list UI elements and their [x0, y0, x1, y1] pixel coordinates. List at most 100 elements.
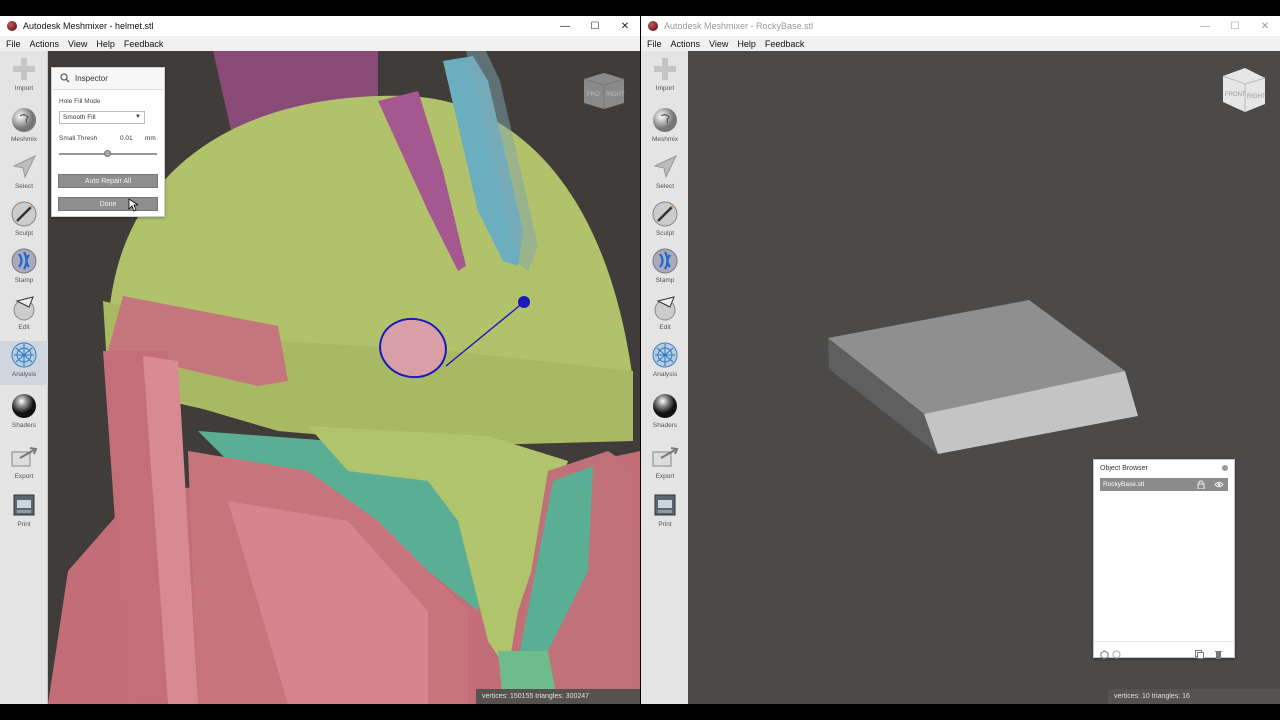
title-bar[interactable]: Autodesk Meshmixer - helmet.stl — ☐ ✕ — [0, 16, 640, 36]
tool-print[interactable]: Print — [641, 491, 689, 535]
tool-label: Edit — [659, 324, 671, 331]
trash-icon[interactable] — [1214, 646, 1223, 659]
export-icon — [10, 443, 38, 471]
meshmixer-app-icon — [7, 21, 17, 31]
tool-label: Print — [658, 521, 672, 528]
shaders-sphere-icon — [10, 392, 38, 420]
tool-stamp[interactable]: Stamp — [641, 247, 689, 291]
small-thresh-value[interactable]: 0.01 — [120, 135, 133, 142]
tool-select[interactable]: Select — [641, 153, 689, 197]
tool-sculpt[interactable]: Sculpt — [641, 200, 689, 244]
menu-feedback[interactable]: Feedback — [765, 39, 805, 49]
print-icon — [651, 491, 679, 519]
tool-import[interactable]: Import — [0, 55, 48, 99]
tool-shaders[interactable]: Shaders — [641, 392, 689, 436]
tool-analysis[interactable]: Analysis — [641, 341, 689, 385]
menu-actions[interactable]: Actions — [671, 39, 701, 49]
inspector-panel: Inspector Hole Fill Mode Smooth Fill ▼ S… — [51, 67, 165, 217]
hole-fill-mode-value: Smooth Fill — [63, 114, 96, 121]
edit-icon — [10, 294, 38, 322]
small-thresh-unit: mm — [145, 135, 156, 142]
menu-file[interactable]: File — [6, 39, 21, 49]
maximize-button[interactable]: ☐ — [580, 16, 610, 36]
meshmix-sphere-icon — [10, 106, 38, 134]
view-cube-front-label: FRO — [587, 92, 600, 98]
dropdown-arrow-icon: ▼ — [135, 114, 141, 120]
tool-analysis[interactable]: Analysis — [0, 341, 48, 385]
minimize-button[interactable]: — — [1190, 16, 1220, 36]
tool-export[interactable]: Export — [0, 443, 48, 487]
window-title: Autodesk Meshmixer - helmet.stl — [23, 21, 154, 31]
menu-file[interactable]: File — [647, 39, 662, 49]
menu-feedback[interactable]: Feedback — [124, 39, 164, 49]
hole-fill-mode-label: Hole Fill Mode — [59, 98, 101, 105]
menu-help[interactable]: Help — [737, 39, 756, 49]
small-thresh-slider-thumb[interactable] — [104, 150, 111, 157]
object-list-item[interactable]: RockyBase.stl — [1100, 478, 1228, 491]
plus-icon — [651, 55, 679, 83]
view-cube[interactable]: FRONT RIGHT — [1221, 66, 1267, 119]
tool-sidebar: Import Meshmix Select Sculpt Stamp Edit … — [641, 51, 689, 704]
object-name: RockyBase.stl — [1103, 481, 1145, 488]
tool-edit[interactable]: Edit — [0, 294, 48, 338]
tool-label: Shaders — [11, 422, 37, 429]
view-cube-right-label: RIGHT — [606, 92, 625, 98]
meshmix-sphere-icon — [651, 106, 679, 134]
meshmixer-app-icon — [648, 21, 658, 31]
auto-repair-all-button[interactable]: Auto Repair All — [58, 174, 158, 188]
tool-meshmix[interactable]: Meshmix — [641, 106, 689, 150]
minimize-button[interactable]: — — [550, 16, 580, 36]
analysis-icon — [10, 341, 38, 369]
inspector-title: Inspector — [75, 74, 108, 83]
tool-label: Shaders — [652, 422, 678, 429]
title-bar[interactable]: Autodesk Meshmixer - RockyBase.stl — ☐ ✕ — [641, 16, 1280, 36]
select-arrow-icon — [651, 153, 679, 181]
tool-label: Import — [655, 85, 675, 92]
tool-stamp[interactable]: Stamp — [0, 247, 48, 291]
analysis-icon — [651, 341, 679, 369]
maximize-button[interactable]: ☐ — [1220, 16, 1250, 36]
stamp-icon — [10, 247, 38, 275]
plus-icon — [10, 55, 38, 83]
inspector-header[interactable]: Inspector — [52, 68, 164, 90]
tool-import[interactable]: Import — [641, 55, 689, 99]
stamp-icon — [651, 247, 679, 275]
menu-help[interactable]: Help — [96, 39, 115, 49]
small-thresh-label: Small Thresh — [59, 135, 98, 142]
tool-label: Analysis — [652, 371, 678, 378]
cube-icon[interactable] — [1100, 646, 1109, 660]
done-button[interactable]: Done — [58, 197, 158, 211]
tool-export[interactable]: Export — [641, 443, 689, 487]
tool-shaders[interactable]: Shaders — [0, 392, 48, 436]
tool-label: Sculpt — [655, 230, 675, 237]
object-browser-header[interactable]: Object Browser — [1094, 460, 1234, 476]
close-panel-icon[interactable] — [1222, 465, 1228, 471]
tool-label: Meshmix — [10, 136, 37, 143]
duplicate-icon[interactable] — [1195, 646, 1204, 659]
hole-fill-mode-select[interactable]: Smooth Fill ▼ — [59, 111, 145, 124]
lock-icon[interactable] — [1196, 480, 1206, 491]
view-cube[interactable]: FRO RIGHT — [582, 71, 626, 116]
history-icon[interactable] — [1112, 646, 1121, 659]
tool-label: Select — [14, 183, 34, 190]
menu-actions[interactable]: Actions — [30, 39, 60, 49]
menu-view[interactable]: View — [709, 39, 728, 49]
tool-print[interactable]: Print — [0, 491, 48, 535]
menu-view[interactable]: View — [68, 39, 87, 49]
tool-meshmix[interactable]: Meshmix — [0, 106, 48, 150]
tool-label: Select — [655, 183, 675, 190]
eye-visibility-icon[interactable] — [1214, 480, 1224, 491]
tool-label: Import — [14, 85, 34, 92]
magnifier-icon — [60, 70, 70, 88]
close-button[interactable]: ✕ — [610, 16, 640, 36]
export-icon — [651, 443, 679, 471]
tool-edit[interactable]: Edit — [641, 294, 689, 338]
tool-label: Sculpt — [14, 230, 34, 237]
meshmixer-window-left: Autodesk Meshmixer - helmet.stl — ☐ ✕ Fi… — [0, 16, 640, 704]
object-browser-title: Object Browser — [1100, 464, 1148, 472]
tool-select[interactable]: Select — [0, 153, 48, 197]
tool-label: Export — [14, 473, 34, 480]
tool-sculpt[interactable]: Sculpt — [0, 200, 48, 244]
edit-icon — [651, 294, 679, 322]
close-button[interactable]: ✕ — [1250, 16, 1280, 36]
